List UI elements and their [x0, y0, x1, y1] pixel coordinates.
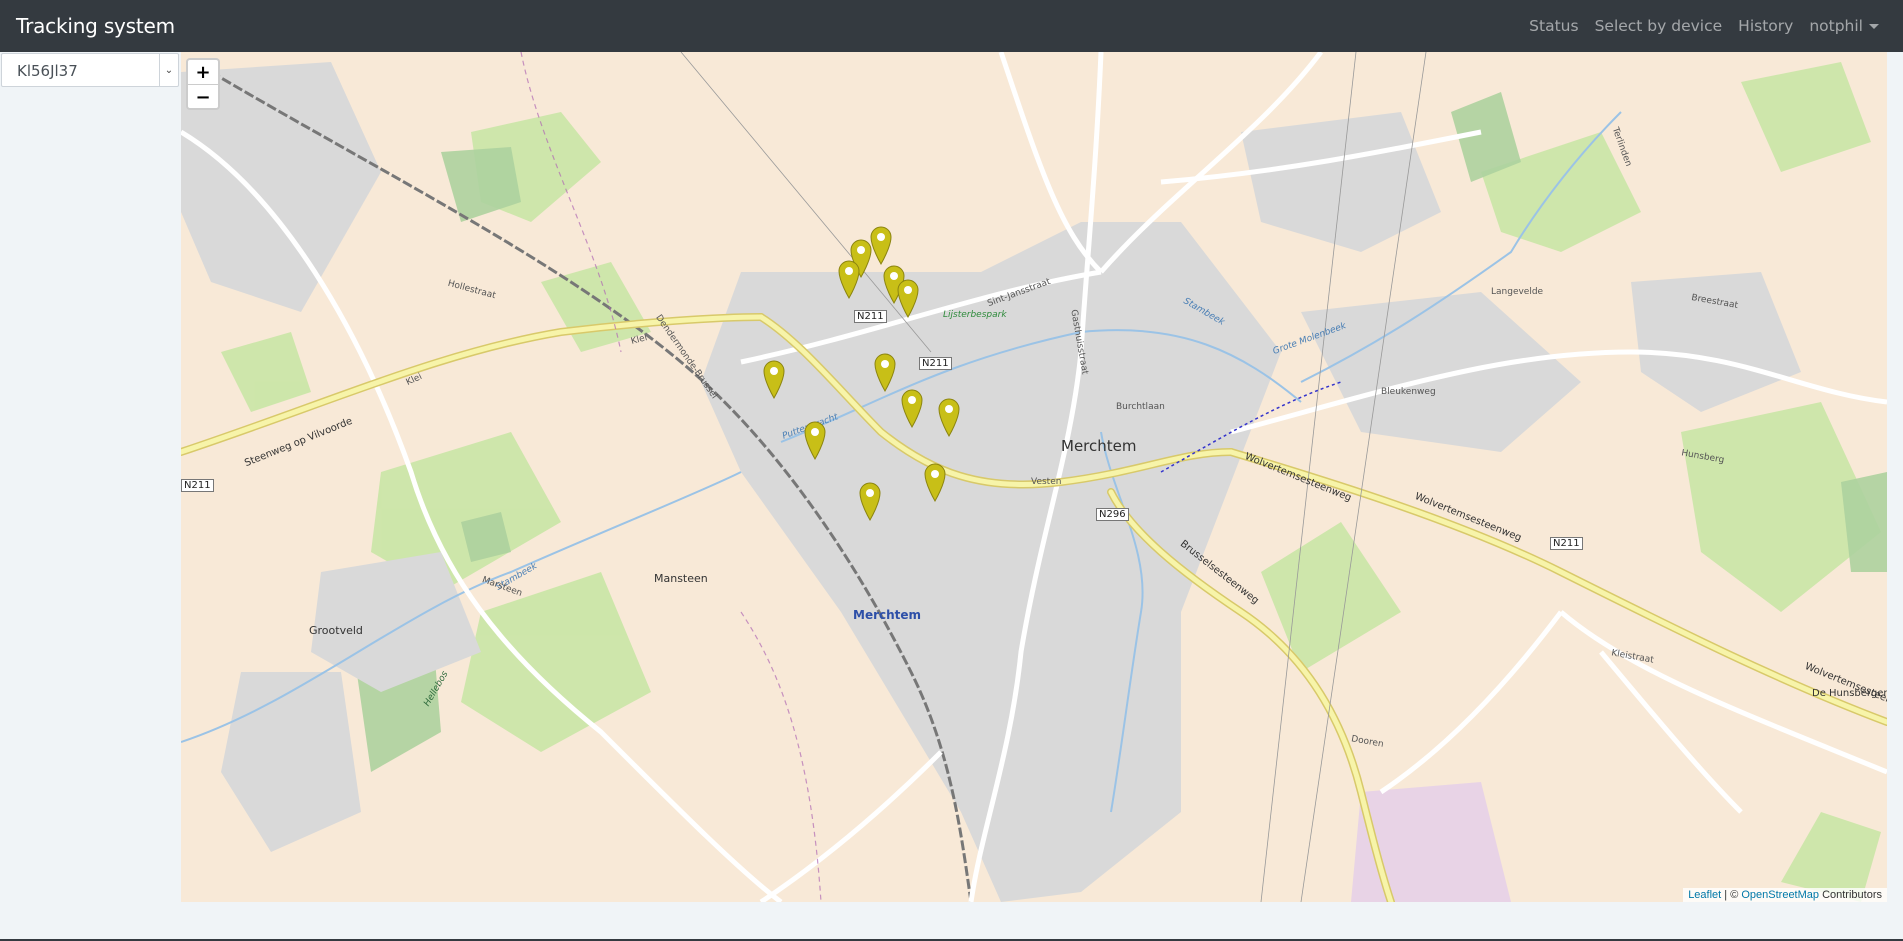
map-marker[interactable]: [937, 397, 961, 437]
road-shield: N296: [1096, 508, 1129, 521]
road-shield: N211: [181, 479, 214, 492]
map-marker[interactable]: [762, 359, 786, 399]
road-shield: N211: [1550, 537, 1583, 550]
map-attribution: Leaflet | © OpenStreetMap Contributors: [1683, 888, 1887, 902]
street-label: Langevelde: [1491, 287, 1544, 297]
road-shield: N211: [854, 310, 887, 323]
device-select[interactable]: Kl56Jl37 ⌄: [1, 53, 179, 87]
chevron-down-icon: ⌄: [159, 54, 178, 86]
town-label: Merchtem: [1061, 437, 1137, 455]
street-label: Vesten: [1031, 477, 1062, 487]
zoom-control: + −: [186, 58, 220, 110]
caret-down-icon: [1869, 24, 1879, 29]
user-menu-dropdown[interactable]: notphil: [1801, 17, 1887, 35]
zoom-out-button[interactable]: −: [188, 85, 218, 108]
osm-link[interactable]: OpenStreetMap: [1741, 889, 1819, 901]
nav-select-device-link[interactable]: Select by device: [1587, 17, 1731, 35]
device-select-value: Kl56Jl37: [17, 62, 78, 80]
map-marker[interactable]: [869, 225, 893, 265]
street-label: Burchtlaan: [1116, 402, 1165, 412]
attribution-separator: | ©: [1721, 889, 1742, 901]
map-pin-icon: [763, 360, 785, 399]
map-pin-icon: [938, 398, 960, 437]
map-marker[interactable]: [858, 481, 882, 521]
road-shield: N211: [919, 357, 952, 370]
map-marker[interactable]: [923, 462, 947, 502]
nav-links: Status Select by device History notphil: [1521, 17, 1887, 35]
brand-title[interactable]: Tracking system: [16, 14, 175, 38]
nav-history-link[interactable]: History: [1730, 17, 1801, 35]
map-marker[interactable]: [803, 420, 827, 460]
map-pin-icon: [870, 226, 892, 265]
navbar: Tracking system Status Select by device …: [0, 0, 1903, 52]
map-marker[interactable]: [900, 388, 924, 428]
nav-status-link[interactable]: Status: [1521, 17, 1586, 35]
map-pin-icon: [838, 260, 860, 299]
map-pin-icon: [901, 389, 923, 428]
map-view[interactable]: + − Merchtem Merchtem Mansteen Grootveld…: [181, 52, 1887, 902]
map-pin-icon: [859, 482, 881, 521]
leaflet-link[interactable]: Leaflet: [1688, 889, 1721, 901]
attribution-contributors: Contributors: [1819, 889, 1882, 901]
user-name: notphil: [1809, 17, 1863, 35]
map-pin-icon: [874, 353, 896, 392]
place-label: Grootveld: [309, 624, 363, 637]
map-marker[interactable]: [873, 352, 897, 392]
street-label: Bleukenweg: [1381, 387, 1436, 397]
map-pin-icon: [897, 279, 919, 318]
map-marker[interactable]: [837, 259, 861, 299]
park-label: Lijsterbespark: [943, 310, 1007, 320]
map-pin-icon: [924, 463, 946, 502]
sidebar: Kl56Jl37 ⌄: [0, 52, 181, 941]
map-pin-icon: [804, 421, 826, 460]
station-label: Merchtem: [853, 608, 922, 622]
zoom-in-button[interactable]: +: [188, 60, 218, 85]
place-label: Mansteen: [654, 572, 708, 585]
map-marker[interactable]: [896, 278, 920, 318]
